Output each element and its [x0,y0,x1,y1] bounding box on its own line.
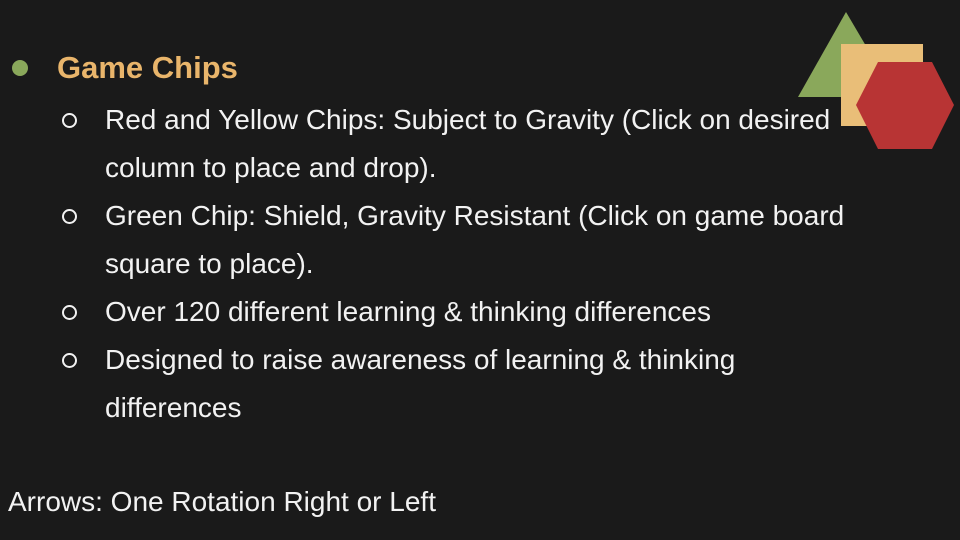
slide-heading: Game Chips [12,50,238,86]
bullet-list: Red and Yellow Chips: Subject to Gravity… [62,96,852,432]
list-item: Designed to raise awareness of learning … [62,336,852,432]
list-item-text: Red and Yellow Chips: Subject to Gravity… [105,104,831,183]
hollow-bullet-icon [62,305,77,320]
heading-bullet-icon [12,60,28,76]
list-item: Red and Yellow Chips: Subject to Gravity… [62,96,852,192]
hollow-bullet-icon [62,353,77,368]
footer-text: Arrows: One Rotation Right or Left [8,486,436,517]
list-item: Over 120 different learning & thinking d… [62,288,852,336]
list-item-text: Over 120 different learning & thinking d… [105,296,712,327]
list-item-text: Green Chip: Shield, Gravity Resistant (C… [105,200,845,279]
list-item-text: Designed to raise awareness of learning … [105,344,736,423]
hollow-bullet-icon [62,209,77,224]
heading-text: Game Chips [57,50,238,85]
hollow-bullet-icon [62,113,77,128]
list-item: Green Chip: Shield, Gravity Resistant (C… [62,192,852,288]
slide: Game Chips Red and Yellow Chips: Subject… [0,0,960,540]
